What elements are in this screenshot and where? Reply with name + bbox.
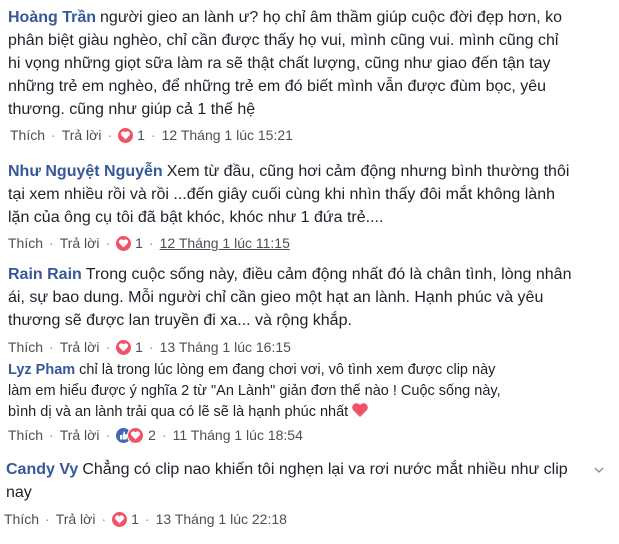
comment-timestamp[interactable]: 12 Tháng 1 lúc 15:21 (162, 126, 293, 144)
reply-link[interactable]: Trả lời (60, 234, 100, 252)
separator: · (148, 339, 154, 355)
separator: · (148, 235, 154, 251)
heart-emoji-icon (351, 402, 369, 425)
separator: · (105, 339, 111, 355)
separator: · (150, 127, 156, 143)
separator: · (101, 511, 107, 527)
reaction-count: 1 (131, 511, 139, 527)
comment-author[interactable]: Candy Vy (6, 461, 78, 478)
like-link[interactable]: Thích (8, 234, 43, 252)
comment-actions: Thích · Trả lời · 1 · 13 Tháng 1 lúc 22:… (4, 510, 287, 528)
separator: · (49, 339, 54, 355)
comment-actions: Thích · Trả lời · 2 · 11 Tháng 1 lúc 18:… (8, 426, 303, 444)
separator: · (105, 427, 111, 443)
reactions-summary[interactable]: 1 (116, 234, 143, 252)
comment-author[interactable]: Lyz Pham (8, 362, 75, 378)
comment-author[interactable]: Rain Rain (8, 266, 82, 283)
comment-text: Hoàng Trần người gieo an lành ư? họ chỉ â… (8, 9, 563, 118)
reply-link[interactable]: Trả lời (62, 126, 102, 144)
reaction-count: 1 (135, 235, 143, 251)
chevron-down-icon[interactable] (593, 463, 605, 475)
like-link[interactable]: Thích (8, 338, 43, 356)
reaction-count: 1 (135, 339, 143, 355)
reply-link[interactable]: Trả lời (60, 426, 100, 444)
comment-actions: Thích · Trả lời · 1 · 12 Tháng 1 lúc 11:… (8, 234, 290, 252)
comment-text: Candy Vy Chẳng có clip nao khiến tôi nghẹ… (6, 461, 568, 501)
separator: · (49, 427, 54, 443)
separator: · (107, 127, 113, 143)
separator: · (144, 511, 150, 527)
reaction-count: 1 (137, 127, 145, 143)
comment-text: Như Nguyệt Nguyễn Xem từ đầu, cũng hơi cả… (8, 163, 570, 226)
separator: · (161, 427, 167, 443)
like-link[interactable]: Thích (4, 510, 39, 528)
separator: · (105, 235, 111, 251)
like-link[interactable]: Thích (8, 426, 43, 444)
love-icon (116, 235, 132, 251)
comment-author[interactable]: Như Nguyệt Nguyễn (8, 163, 163, 180)
love-icon (116, 339, 132, 355)
comment-text: Rain Rain Trong cuộc sống này, điều cảm đ… (8, 266, 572, 329)
comment-timestamp[interactable]: 13 Tháng 1 lúc 22:18 (156, 510, 287, 528)
comment-actions: Thích · Trả lời · 1 · 13 Tháng 1 lúc 16:… (8, 338, 291, 356)
reaction-count: 2 (148, 427, 156, 443)
love-icon (127, 426, 145, 444)
comment-timestamp[interactable]: 11 Tháng 1 lúc 18:54 (173, 426, 303, 444)
reply-link[interactable]: Trả lời (60, 338, 100, 356)
separator: · (45, 511, 50, 527)
comment-timestamp[interactable]: 13 Tháng 1 lúc 16:15 (160, 338, 291, 356)
reactions-summary[interactable]: 1 (116, 338, 143, 356)
reply-link[interactable]: Trả lời (56, 510, 96, 528)
comment-text: Lyz Pham chỉ là trong lúc lòng em đang ch… (8, 360, 608, 425)
like-link[interactable]: Thích (10, 126, 45, 144)
love-icon (118, 127, 134, 143)
reactions-summary[interactable]: 1 (112, 510, 139, 528)
separator: · (51, 127, 56, 143)
reactions-summary[interactable]: 2 (116, 426, 156, 444)
separator: · (49, 235, 54, 251)
love-icon (112, 511, 128, 527)
reactions-summary[interactable]: 1 (118, 126, 145, 144)
comment-actions: Thích · Trả lời · 1 · 12 Tháng 1 lúc 15:… (10, 126, 293, 144)
comment-author[interactable]: Hoàng Trần (8, 9, 96, 26)
comment-timestamp[interactable]: 12 Tháng 1 lúc 11:15 (160, 234, 290, 252)
